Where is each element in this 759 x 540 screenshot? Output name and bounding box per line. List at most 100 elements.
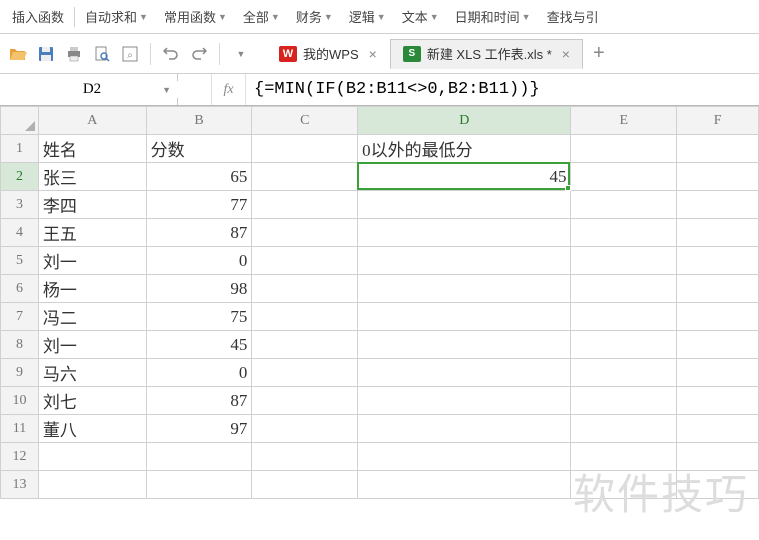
cell-A5[interactable]: 刘一 <box>38 247 146 275</box>
cell-F7[interactable] <box>677 303 759 331</box>
close-icon[interactable]: × <box>562 46 570 62</box>
name-box-input[interactable] <box>0 81 204 98</box>
cell-F5[interactable] <box>677 247 759 275</box>
cell-E5[interactable] <box>571 247 677 275</box>
cell-C11[interactable] <box>252 415 358 443</box>
cell-F8[interactable] <box>677 331 759 359</box>
cell-E2[interactable] <box>571 163 677 191</box>
cell-A3[interactable]: 李四 <box>38 191 146 219</box>
column-header-D[interactable]: D <box>358 107 571 135</box>
cell-F2[interactable] <box>677 163 759 191</box>
tab-worksheet[interactable]: S 新建 XLS 工作表.xls * × <box>390 39 583 69</box>
undo-icon[interactable] <box>161 44 181 64</box>
menu-insert-function[interactable]: 插入函数 <box>4 0 72 33</box>
cell-D2[interactable]: 45 <box>358 163 571 191</box>
cell-D4[interactable] <box>358 219 571 247</box>
cell-E1[interactable] <box>571 135 677 163</box>
cell-A4[interactable]: 王五 <box>38 219 146 247</box>
cell-C13[interactable] <box>252 471 358 499</box>
cell-C12[interactable] <box>252 443 358 471</box>
cell-E8[interactable] <box>571 331 677 359</box>
cell-E4[interactable] <box>571 219 677 247</box>
cell-B12[interactable] <box>146 443 252 471</box>
row-header-4[interactable]: 4 <box>1 219 39 247</box>
cell-E7[interactable] <box>571 303 677 331</box>
cell-D3[interactable] <box>358 191 571 219</box>
row-header-3[interactable]: 3 <box>1 191 39 219</box>
menu-text[interactable]: 文本▼ <box>394 0 447 33</box>
cell-D6[interactable] <box>358 275 571 303</box>
row-header-8[interactable]: 8 <box>1 331 39 359</box>
cell-D12[interactable] <box>358 443 571 471</box>
cell-A10[interactable]: 刘七 <box>38 387 146 415</box>
cell-B5[interactable]: 0 <box>146 247 252 275</box>
cell-A7[interactable]: 冯二 <box>38 303 146 331</box>
menu-all[interactable]: 全部▼ <box>235 0 288 33</box>
cell-B9[interactable]: 0 <box>146 359 252 387</box>
row-header-5[interactable]: 5 <box>1 247 39 275</box>
cell-A8[interactable]: 刘一 <box>38 331 146 359</box>
cell-B13[interactable] <box>146 471 252 499</box>
find-icon[interactable]: ⌕ <box>120 44 140 64</box>
cell-F12[interactable] <box>677 443 759 471</box>
open-folder-icon[interactable] <box>8 44 28 64</box>
cell-B11[interactable]: 97 <box>146 415 252 443</box>
close-icon[interactable]: × <box>369 46 377 62</box>
row-header-1[interactable]: 1 <box>1 135 39 163</box>
cell-B7[interactable]: 75 <box>146 303 252 331</box>
cell-B1[interactable]: 分数 <box>146 135 252 163</box>
formula-input[interactable] <box>246 74 759 105</box>
cell-D8[interactable] <box>358 331 571 359</box>
row-header-7[interactable]: 7 <box>1 303 39 331</box>
cell-F10[interactable] <box>677 387 759 415</box>
menu-autosum[interactable]: 自动求和▼ <box>77 0 156 33</box>
cell-B6[interactable]: 98 <box>146 275 252 303</box>
row-header-12[interactable]: 12 <box>1 443 39 471</box>
column-header-F[interactable]: F <box>677 107 759 135</box>
cell-F3[interactable] <box>677 191 759 219</box>
cell-B2[interactable]: 65 <box>146 163 252 191</box>
cell-C5[interactable] <box>252 247 358 275</box>
row-header-9[interactable]: 9 <box>1 359 39 387</box>
cell-E13[interactable] <box>571 471 677 499</box>
cell-E12[interactable] <box>571 443 677 471</box>
column-header-B[interactable]: B <box>146 107 252 135</box>
cell-F4[interactable] <box>677 219 759 247</box>
cell-D11[interactable] <box>358 415 571 443</box>
cell-E10[interactable] <box>571 387 677 415</box>
cell-D7[interactable] <box>358 303 571 331</box>
insert-function-button[interactable]: fx <box>212 74 246 105</box>
cell-D9[interactable] <box>358 359 571 387</box>
cell-F13[interactable] <box>677 471 759 499</box>
row-header-10[interactable]: 10 <box>1 387 39 415</box>
cell-A13[interactable] <box>38 471 146 499</box>
cell-F6[interactable] <box>677 275 759 303</box>
row-header-2[interactable]: 2 <box>1 163 39 191</box>
name-box[interactable]: ▼ <box>0 74 178 105</box>
row-header-13[interactable]: 13 <box>1 471 39 499</box>
column-header-A[interactable]: A <box>38 107 146 135</box>
tab-mywps[interactable]: W 我的WPS × <box>266 39 390 69</box>
cell-B3[interactable]: 77 <box>146 191 252 219</box>
cell-A12[interactable] <box>38 443 146 471</box>
cell-C8[interactable] <box>252 331 358 359</box>
cell-F11[interactable] <box>677 415 759 443</box>
select-all-corner[interactable] <box>1 107 39 135</box>
cell-C1[interactable] <box>252 135 358 163</box>
cell-A11[interactable]: 董八 <box>38 415 146 443</box>
cell-B4[interactable]: 87 <box>146 219 252 247</box>
cell-C2[interactable] <box>252 163 358 191</box>
cell-C7[interactable] <box>252 303 358 331</box>
cell-C10[interactable] <box>252 387 358 415</box>
cell-C9[interactable] <box>252 359 358 387</box>
menu-financial[interactable]: 财务▼ <box>288 0 341 33</box>
cell-D1[interactable]: 0以外的最低分 <box>358 135 571 163</box>
row-header-11[interactable]: 11 <box>1 415 39 443</box>
cell-A6[interactable]: 杨一 <box>38 275 146 303</box>
menu-common-functions[interactable]: 常用函数▼ <box>156 0 235 33</box>
cell-A9[interactable]: 马六 <box>38 359 146 387</box>
column-header-E[interactable]: E <box>571 107 677 135</box>
column-header-C[interactable]: C <box>252 107 358 135</box>
cell-B8[interactable]: 45 <box>146 331 252 359</box>
add-tab-button[interactable]: + <box>583 42 615 65</box>
